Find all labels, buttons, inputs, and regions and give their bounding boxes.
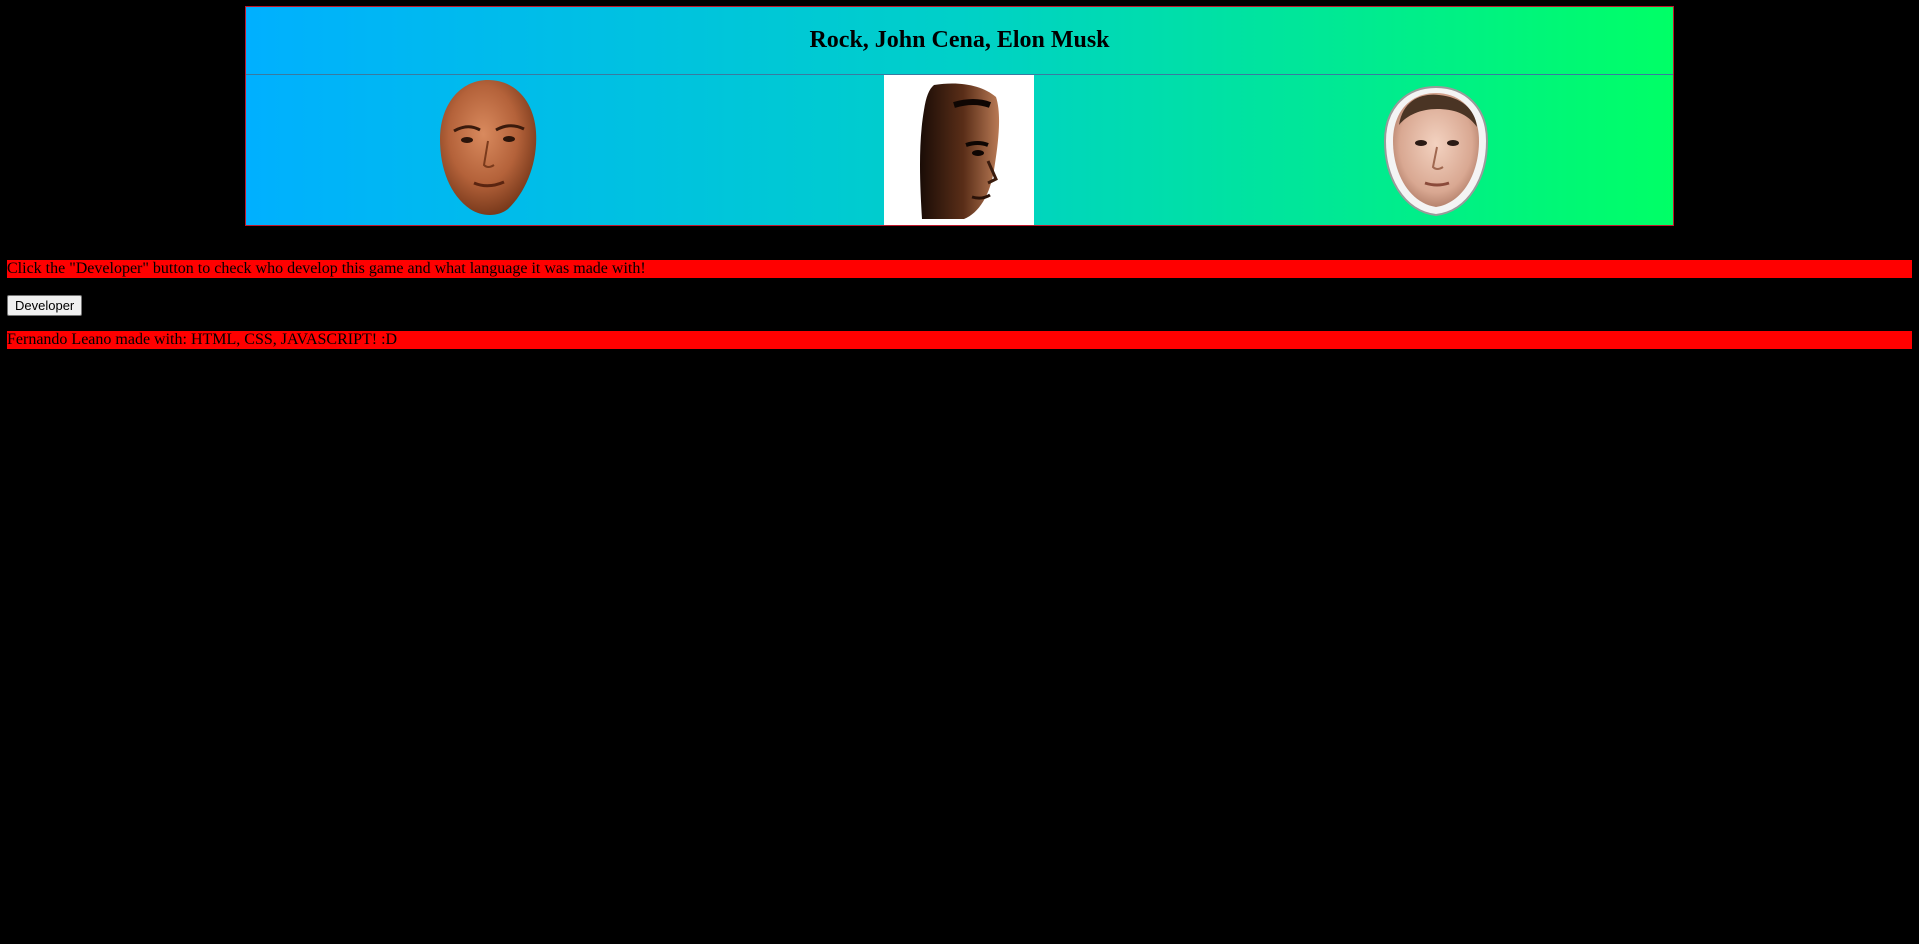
instructions-message: Click the "Developer" button to check wh… [7, 260, 1912, 278]
credits-message: Fernando Leano made with: HTML, CSS, JAV… [7, 331, 1912, 349]
banner-title-row: Rock, John Cena, Elon Musk [246, 7, 1673, 75]
page: Rock, John Cena, Elon Musk Click the "De… [0, 0, 1919, 944]
banner: Rock, John Cena, Elon Musk [245, 6, 1674, 226]
rock-face-icon [440, 80, 537, 215]
faces-row [246, 75, 1673, 225]
developer-button[interactable]: Developer [7, 295, 83, 316]
elon-musk-face-icon [1383, 85, 1489, 217]
john-cena-face-icon [884, 75, 1034, 225]
banner-title: Rock, John Cena, Elon Musk [809, 27, 1110, 53]
